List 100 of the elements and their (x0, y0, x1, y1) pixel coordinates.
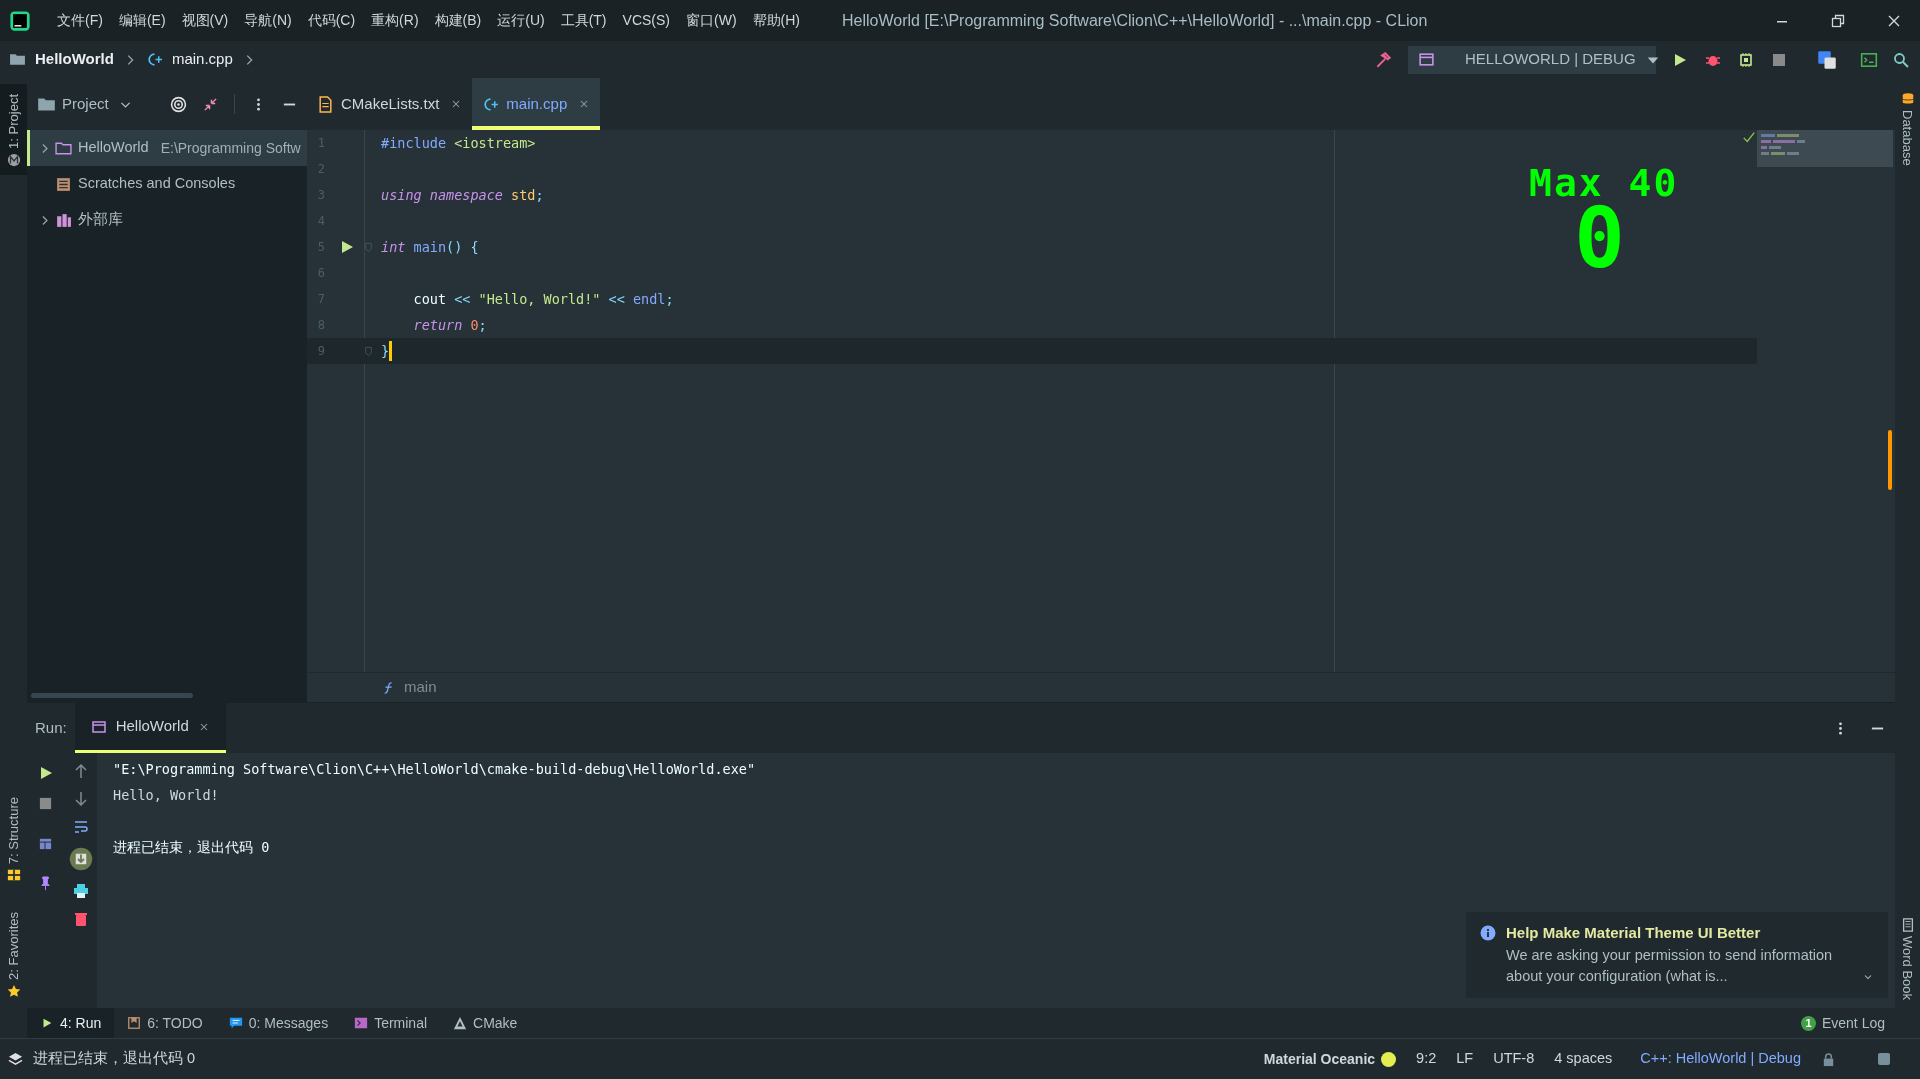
editor-tab[interactable]: main.cpp (472, 78, 601, 130)
path-label: E:\Programming Softw (160, 138, 301, 158)
code-line: #include <iostream> (381, 133, 536, 153)
text-cursor (389, 341, 393, 361)
stop-icon[interactable] (38, 796, 53, 811)
tool-window-tab[interactable]: 0: Messages (215, 1008, 342, 1038)
tool-window-tab[interactable]: Terminal (341, 1008, 441, 1038)
stop-icon[interactable] (1771, 51, 1787, 68)
minimap-drawing[interactable] (1757, 130, 1893, 167)
menu-item[interactable]: 导航(N) (236, 7, 300, 34)
project-view-dropdown[interactable]: Project (37, 92, 132, 116)
tool-window-tab[interactable]: Database (1897, 92, 1918, 166)
tool-window-tab[interactable]: CMake (440, 1008, 531, 1038)
book-icon (1900, 917, 1915, 932)
info-icon (1480, 925, 1496, 942)
window-icon (90, 718, 107, 735)
document-icon (317, 95, 334, 113)
breadcrumb-item[interactable]: HelloWorld (35, 48, 114, 71)
tool-window-tab[interactable]: 7: Structure (3, 796, 24, 883)
editor-tab[interactable]: CMakeLists.txt (307, 78, 473, 130)
menu-item[interactable]: 工具(T) (552, 7, 615, 34)
menu-item[interactable]: 编辑(E) (110, 7, 174, 34)
terminal-icon[interactable] (1860, 50, 1878, 69)
menu-item[interactable]: VCS(S) (614, 7, 678, 34)
tool-window-tab[interactable]: Word Book (1897, 917, 1918, 1000)
tool-window-tab[interactable]: 1: Project (0, 84, 27, 175)
scrollbar[interactable] (1888, 430, 1892, 490)
file-encoding[interactable]: UTF-8 (1493, 1048, 1535, 1070)
menu-item[interactable]: 视图(V) (173, 7, 237, 34)
layout-icon[interactable] (38, 836, 53, 851)
tree-item[interactable]: HelloWorld E:\Programming Softw (27, 130, 307, 166)
trash-icon[interactable] (72, 911, 89, 927)
memory-icon[interactable] (1876, 1051, 1892, 1067)
chip-icon[interactable] (1738, 51, 1754, 68)
breadcrumb-item[interactable]: main (404, 676, 437, 699)
console-line: Hello, World! (113, 785, 220, 805)
run-tab[interactable]: HelloWorld (74, 703, 226, 753)
breadcrumb-item[interactable]: main.cpp (171, 48, 233, 71)
code-line: using namespace std; (381, 185, 544, 205)
menu-item[interactable]: 帮助(H) (744, 7, 808, 34)
code-line: return 0; (412, 315, 487, 335)
line-separator[interactable]: LF (1456, 1048, 1474, 1070)
window-icon (1418, 51, 1435, 68)
soft-wrap-icon[interactable] (72, 819, 89, 835)
tool-window-tab[interactable]: 4: Run (27, 1008, 115, 1038)
project-icon (6, 152, 21, 167)
event-log-button[interactable]: 1 Event Log (1800, 1008, 1895, 1038)
scratches-icon (55, 175, 72, 193)
code-line: } (381, 341, 390, 361)
lock-icon[interactable] (1821, 1051, 1836, 1067)
hammer-icon[interactable] (1374, 50, 1392, 69)
menu-item[interactable]: 构建(B) (426, 7, 490, 34)
tool-window-tab[interactable]: 6: TODO (114, 1008, 216, 1038)
menu-item[interactable]: 运行(U) (489, 7, 553, 34)
favorites-icon (6, 984, 21, 998)
search-icon[interactable] (1893, 51, 1909, 68)
code-line: int main() { (381, 237, 479, 257)
triangle-icon (453, 1016, 468, 1030)
menu-item[interactable]: 文件(F) (49, 7, 111, 34)
scrollbar[interactable] (31, 693, 193, 698)
translate-icon[interactable] (1817, 49, 1837, 70)
caret-position[interactable]: 9:2 (1416, 1048, 1437, 1070)
notification-title: Help Make Material Theme UI Better (1506, 923, 1761, 943)
cpp-file-icon (482, 95, 500, 113)
fold-marker-icon[interactable] (363, 345, 374, 357)
print-icon[interactable] (72, 883, 89, 899)
combo-counter: 0 (1574, 202, 1625, 274)
indent-setting[interactable]: 4 spaces (1554, 1048, 1613, 1070)
structure-icon (6, 868, 21, 883)
speech-bubble-icon (228, 1016, 243, 1030)
menu-item[interactable]: 窗口(W) (678, 7, 745, 34)
layers-icon (8, 1051, 23, 1067)
pin-icon[interactable] (38, 876, 53, 891)
target-icon[interactable] (170, 95, 187, 113)
restore-icon[interactable] (1830, 12, 1846, 29)
console-line: 进程已结束，退出代码 0 (113, 837, 271, 857)
notification-count-badge: 1 (1800, 1015, 1816, 1031)
status-message: 进程已结束，退出代码 0 (33, 1049, 196, 1069)
context-selector[interactable]: C++: HelloWorld | Debug (1640, 1048, 1801, 1070)
menu-item[interactable]: 重构(R) (363, 7, 427, 34)
notification-text: We are asking your permission to send information about your configuration (what is... (1506, 945, 1834, 986)
scroll-to-end-icon[interactable] (68, 847, 93, 871)
down-arrow-icon[interactable] (72, 791, 89, 807)
tree-item[interactable]: 外部库 (27, 202, 307, 238)
theme-indicator[interactable]: Material Oceanic (1263, 1048, 1397, 1070)
run-gutter-icon[interactable] (339, 239, 355, 255)
run-configuration-dropdown[interactable]: HELLOWORLD | DEBUG (1408, 45, 1656, 74)
panel-label: Run: (35, 717, 67, 738)
app-logo-icon (9, 9, 31, 32)
fold-marker-icon[interactable] (363, 241, 374, 253)
play-icon[interactable] (1672, 51, 1688, 68)
folder-icon (55, 139, 72, 157)
tree-item[interactable]: Scratches and Consoles (27, 166, 307, 202)
menu-item[interactable]: 代码(C) (299, 7, 364, 34)
cpp-file-icon (145, 51, 163, 68)
power-mode-label: Max 40 (1529, 164, 1679, 202)
books-icon (55, 211, 72, 229)
terminal-icon (354, 1016, 369, 1030)
collapse-icon[interactable] (203, 96, 218, 112)
tool-window-tab[interactable]: 2: Favorites (3, 912, 24, 998)
